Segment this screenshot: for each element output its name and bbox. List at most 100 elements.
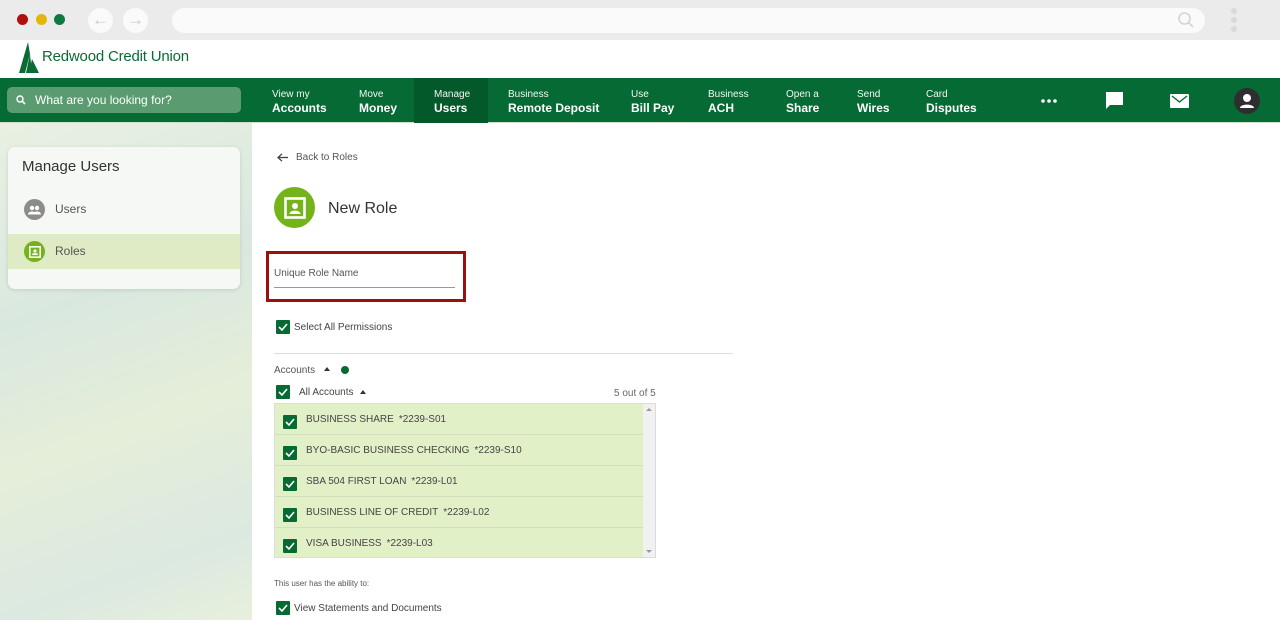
chat-icon: [1105, 92, 1123, 109]
account-checkbox[interactable]: [283, 446, 297, 460]
brand-name[interactable]: Redwood Credit Union: [42, 48, 189, 65]
browser-chrome: ← →: [0, 0, 1280, 40]
browser-forward-button[interactable]: →: [123, 8, 148, 33]
account-label: SBA 504 FIRST LOAN *2239-L01: [306, 476, 458, 487]
account-row[interactable]: VISA BUSINESS *2239-L03: [275, 528, 644, 557]
account-name: BUSINESS LINE OF CREDIT: [306, 507, 439, 518]
all-accounts-checkbox[interactable]: [276, 385, 290, 399]
nav-view-accounts[interactable]: View my Accounts: [272, 78, 327, 123]
sidebar-item-label: Users: [55, 202, 87, 216]
nav-label-big: Money: [359, 101, 398, 115]
sidebar-item-users[interactable]: Users: [8, 192, 240, 227]
window-minimize-button[interactable]: [36, 14, 47, 25]
all-accounts-collapse-caret-icon[interactable]: [360, 390, 366, 394]
nav-remote-deposit[interactable]: Business Remote Deposit: [508, 78, 599, 123]
accounts-count: 5 out of 5: [614, 388, 656, 399]
nav-label-big: Remote Deposit: [508, 101, 600, 115]
account-number: *2239-L02: [443, 507, 490, 518]
checkmark-icon: [285, 480, 295, 488]
account-row[interactable]: BUSINESS SHARE *2239-S01: [275, 404, 644, 435]
section-divider: [274, 353, 733, 354]
account-icon: [1234, 87, 1260, 114]
account-row[interactable]: SBA 504 FIRST LOAN *2239-L01: [275, 466, 644, 497]
account-label: BYO-BASIC BUSINESS CHECKING *2239-S10: [306, 445, 522, 456]
nav-label-big: Wires: [857, 101, 890, 115]
account-label: BUSINESS LINE OF CREDIT *2239-L02: [306, 507, 489, 518]
nav-send-wires[interactable]: Send Wires: [857, 78, 890, 123]
sidebar-item-label: Roles: [55, 244, 86, 258]
scroll-up-icon[interactable]: [646, 408, 652, 411]
address-bar[interactable]: [172, 8, 1205, 33]
checkmark-icon: [278, 388, 288, 396]
nav-open-share[interactable]: Open a Share: [786, 78, 819, 123]
accounts-list: BUSINESS SHARE *2239-S01 BYO-BASIC BUSINE…: [274, 403, 656, 558]
main-navigation: What are you looking for? View my Accoun…: [0, 78, 1280, 123]
account-number: *2239-L01: [411, 476, 458, 487]
role-name-input[interactable]: [274, 287, 455, 288]
view-statements-checkbox[interactable]: [276, 601, 290, 615]
arrow-left-icon: ←: [92, 10, 109, 29]
nav-label-small: Business: [708, 89, 749, 100]
checkmark-icon: [285, 511, 295, 519]
back-link-label: Back to Roles: [296, 152, 358, 163]
nav-label-small: Send: [857, 89, 881, 100]
account-checkbox[interactable]: [283, 508, 297, 522]
browser-back-button[interactable]: ←: [88, 8, 113, 33]
info-icon[interactable]: [341, 366, 349, 374]
chat-button[interactable]: [1102, 78, 1126, 123]
site-search-input[interactable]: What are you looking for?: [7, 87, 241, 113]
more-icon: [1041, 98, 1057, 103]
account-name: BUSINESS SHARE: [306, 414, 394, 425]
nav-card-disputes[interactable]: Card Disputes: [926, 78, 977, 123]
nav-manage-users[interactable]: Manage Users: [414, 78, 488, 123]
nav-bill-pay[interactable]: Use Bill Pay: [631, 78, 674, 123]
browser-menu-icon[interactable]: [1230, 8, 1238, 34]
window-close-button[interactable]: [17, 14, 28, 25]
role-icon: [24, 241, 45, 262]
sidebar-item-roles[interactable]: Roles: [8, 234, 240, 269]
nav-label-big: Share: [786, 101, 820, 115]
select-all-permissions-checkbox[interactable]: [276, 320, 290, 334]
role-badge-icon: [274, 187, 315, 228]
search-icon: [1178, 12, 1194, 28]
nav-label-small: Move: [359, 89, 384, 100]
account-button[interactable]: [1233, 78, 1261, 123]
account-checkbox[interactable]: [283, 415, 297, 429]
arrow-right-icon: →: [127, 10, 144, 29]
back-to-roles-link[interactable]: Back to Roles: [277, 152, 358, 163]
mail-button[interactable]: [1167, 78, 1191, 123]
nav-business-ach[interactable]: Business ACH: [708, 78, 749, 123]
nav-label-small: Use: [631, 89, 649, 100]
account-number: *2239-L03: [386, 538, 433, 549]
more-button[interactable]: [1036, 78, 1062, 123]
role-name-label: Unique Role Name: [274, 268, 359, 279]
nav-label-big: Bill Pay: [631, 101, 675, 115]
nav-label-small: Open a: [786, 89, 819, 100]
checkmark-icon: [285, 449, 295, 457]
view-statements-label: View Statements and Documents: [294, 603, 442, 614]
account-number: *2239-S10: [474, 445, 522, 456]
checkmark-icon: [285, 542, 295, 550]
nav-label-small: Manage: [434, 89, 471, 100]
nav-label-big: Disputes: [926, 101, 977, 115]
nav-move-money[interactable]: Move Money: [359, 78, 397, 123]
checkmark-icon: [278, 323, 288, 331]
account-checkbox[interactable]: [283, 539, 297, 553]
nav-label-big: ACH: [708, 101, 734, 115]
sidebar-card: Manage Users Users Roles: [8, 147, 240, 289]
account-row[interactable]: BUSINESS LINE OF CREDIT *2239-L02: [275, 497, 644, 528]
account-label: BUSINESS SHARE *2239-S01: [306, 414, 446, 425]
checkmark-icon: [285, 418, 295, 426]
redwood-logo-icon[interactable]: [19, 42, 39, 73]
ability-heading: This user has the ability to:: [274, 579, 370, 588]
accounts-collapse-caret-icon[interactable]: [324, 367, 330, 371]
users-icon: [24, 199, 45, 220]
search-placeholder: What are you looking for?: [35, 93, 172, 107]
window-maximize-button[interactable]: [54, 14, 65, 25]
arrow-left-icon: [277, 153, 288, 162]
account-checkbox[interactable]: [283, 477, 297, 491]
accounts-list-scrollbar[interactable]: [643, 404, 655, 557]
account-row[interactable]: BYO-BASIC BUSINESS CHECKING *2239-S10: [275, 435, 644, 466]
scroll-down-icon[interactable]: [646, 550, 652, 553]
select-all-permissions-label: Select All Permissions: [294, 322, 393, 333]
